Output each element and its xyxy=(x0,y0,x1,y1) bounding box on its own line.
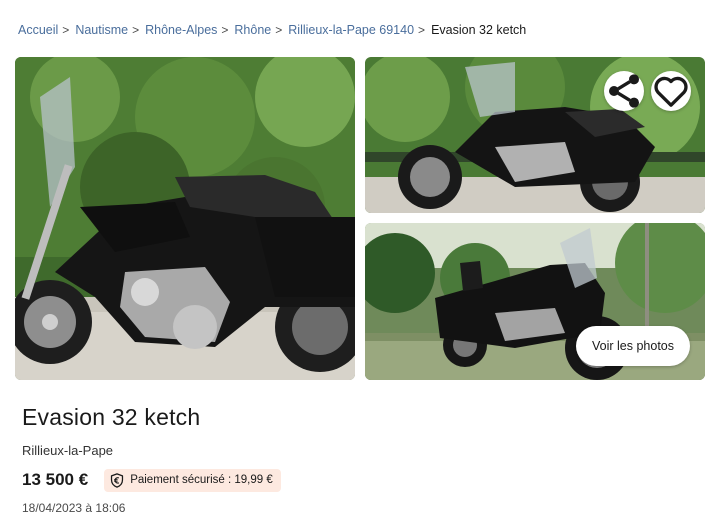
listing-location: Rillieux-la-Pape xyxy=(22,443,114,458)
breadcrumb-current: Evasion 32 ketch xyxy=(431,23,527,37)
listing-title: Evasion 32 ketch xyxy=(22,404,201,430)
breadcrumb-link-accueil[interactable]: Accueil xyxy=(18,23,58,37)
secure-payment-text: Paiement sécurisé : 19,99 € xyxy=(130,474,273,486)
breadcrumb-link-city[interactable]: Rillieux-la-Pape 69140 xyxy=(288,23,414,37)
share-button[interactable] xyxy=(604,71,644,111)
breadcrumb-separator: > xyxy=(62,23,70,37)
share-icon xyxy=(609,74,639,108)
breadcrumb-separator: > xyxy=(275,23,283,37)
listing-date: 18/04/2023 à 18:06 xyxy=(22,501,126,515)
secondary-photo[interactable] xyxy=(365,57,705,213)
favorite-button[interactable] xyxy=(651,71,691,111)
breadcrumb-link-department[interactable]: Rhône xyxy=(234,23,271,37)
see-photos-button[interactable]: Voir les photos xyxy=(576,326,690,366)
price-row: 13 500 € Paiement sécurisé : 19,99 € xyxy=(22,468,281,492)
tertiary-photo[interactable]: Voir les photos xyxy=(365,223,705,380)
euro-shield-icon xyxy=(110,472,124,488)
breadcrumb-separator: > xyxy=(221,23,229,37)
breadcrumb-link-nautisme[interactable]: Nautisme xyxy=(75,23,128,37)
breadcrumb: Accueil > Nautisme > Rhône-Alpes > Rhône… xyxy=(18,21,526,39)
breadcrumb-separator: > xyxy=(132,23,140,37)
breadcrumb-link-region[interactable]: Rhône-Alpes xyxy=(145,23,217,37)
heart-icon xyxy=(654,76,688,107)
breadcrumb-separator: > xyxy=(418,23,426,37)
listing-price: 13 500 € xyxy=(22,470,89,489)
photo-gallery: Voir les photos xyxy=(15,57,705,380)
main-photo[interactable] xyxy=(15,57,355,380)
secure-payment-badge: Paiement sécurisé : 19,99 € xyxy=(104,468,281,492)
